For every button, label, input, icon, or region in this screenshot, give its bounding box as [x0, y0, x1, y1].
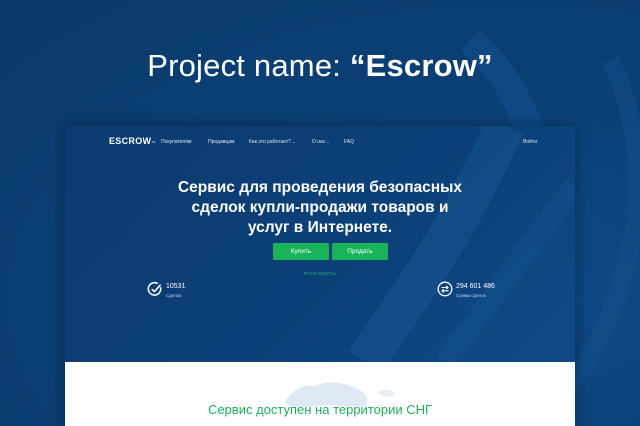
deals-label: Сделок — [166, 293, 182, 298]
project-title: Project name: “Escrow” — [0, 48, 640, 84]
hero-title-line: Сервис для проведения безопасных — [177, 179, 463, 196]
nav-item-sellers[interactable]: Продавцам — [208, 139, 234, 145]
nav-item-label: Продавцам — [208, 139, 235, 145]
chevron-down-icon: ⌄ — [326, 139, 330, 144]
coverage-section: Сервис доступен на территории СНГ — [65, 362, 575, 426]
nav-item-label: FAQ — [344, 139, 355, 145]
nav-item-about[interactable]: О нас⌄ — [312, 139, 330, 145]
project-name: “Escrow” — [349, 48, 493, 83]
logo-mark: ™ — [151, 140, 156, 145]
hero-section: ESCROW™ Покупателям Продавцам Как это ра… — [65, 126, 575, 362]
buy-button[interactable]: Купить — [273, 243, 329, 260]
login-label: Войти — [523, 139, 537, 145]
sell-button[interactable]: Продать — [332, 243, 388, 260]
hero-title-line: услуг в Интернете. — [247, 219, 393, 236]
nav-item-buyers[interactable]: Покупателям — [161, 139, 191, 145]
deals-count: 10531 — [166, 283, 186, 290]
nav-item-label: Покупателям — [161, 139, 192, 145]
calculate-link[interactable]: РАССЧИТАТЬ — [65, 271, 575, 276]
chevron-down-icon: ⌄ — [291, 139, 296, 144]
amount-label: Сумма сделок — [456, 293, 486, 298]
hero-title-line: сделок купли-продажи товаров и — [191, 199, 449, 216]
site-logo[interactable]: ESCROW™ — [109, 136, 156, 146]
project-title-prefix: Project name: — [147, 48, 350, 83]
logo-text: ESCROW — [109, 136, 152, 146]
hero-title: Сервис для проведения безопасных сделок … — [65, 178, 575, 238]
nav-item-label: О нас — [312, 139, 326, 145]
login-link[interactable]: Войти — [523, 139, 537, 145]
nav-item-how-it-works[interactable]: Как это работает?⌄ — [249, 139, 295, 145]
exchange-arrows-icon — [437, 281, 453, 297]
nav-item-faq[interactable]: FAQ — [344, 139, 354, 145]
checkmark-circle-icon — [147, 281, 162, 296]
coverage-title: Сервис доступен на территории СНГ — [207, 402, 433, 417]
website-mockup: ESCROW™ Покупателям Продавцам Как это ра… — [65, 126, 575, 426]
amount-value: 294 601 486 — [456, 283, 495, 290]
presentation-canvas: Project name: “Escrow” ESCROW™ Покупател… — [0, 0, 640, 426]
top-navigation: ESCROW™ Покупателям Продавцам Как это ра… — [65, 126, 575, 156]
nav-item-label: Как это работает? — [249, 139, 291, 145]
